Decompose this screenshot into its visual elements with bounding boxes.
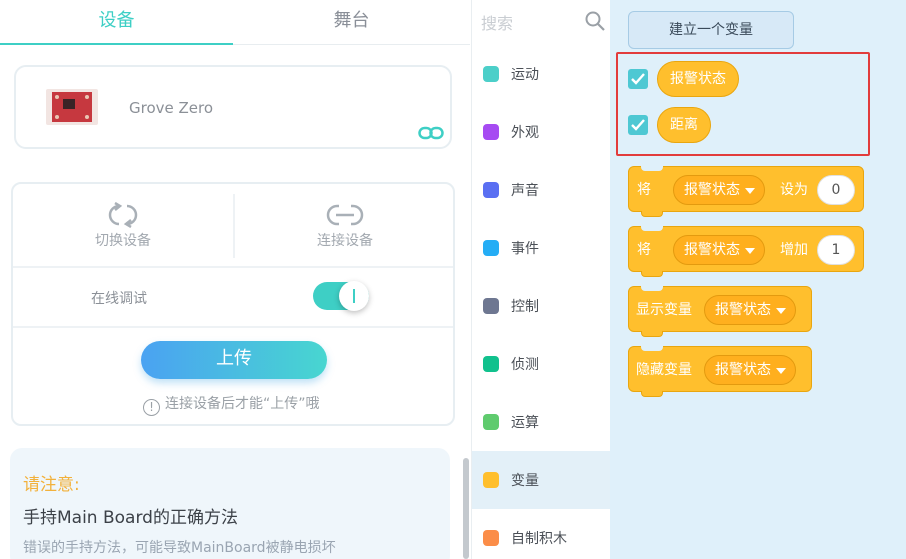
board-image — [46, 89, 98, 125]
category-color-icon — [483, 414, 499, 430]
tab-stage[interactable]: 舞台 — [233, 0, 470, 45]
tab-device[interactable]: 设备 — [0, 0, 233, 45]
switch-device-button[interactable]: 切换设备 — [13, 192, 233, 264]
category-label: 声音 — [511, 183, 539, 199]
show-variable-block[interactable]: 显示变量 报警状态 — [628, 286, 812, 337]
device-card[interactable]: Grove Zero — [14, 65, 452, 149]
block-text: 设为 — [780, 182, 808, 198]
category-column: 搜索 运动外观声音事件控制侦测运算变量自制积木 — [471, 0, 611, 559]
online-debug-label: 在线调试 — [91, 291, 147, 307]
category-item[interactable]: 自制积木 — [472, 509, 611, 559]
category-item[interactable]: 事件 — [472, 219, 611, 277]
active-tab-indicator — [0, 43, 233, 45]
category-color-icon — [483, 124, 499, 140]
variable-dropdown[interactable]: 报警状态 — [673, 235, 765, 265]
category-item[interactable]: 外观 — [472, 103, 611, 161]
notice-card: 请注意: 手持Main Board的正确方法 错误的手持方法，可能导致MainB… — [10, 448, 450, 559]
notice-title: 请注意: — [23, 475, 80, 495]
info-icon: ! — [143, 399, 160, 416]
upload-button[interactable]: 上传 — [141, 341, 327, 379]
category-label: 运算 — [511, 415, 539, 431]
block-text: 显示变量 — [636, 302, 692, 318]
toggle-knob — [339, 281, 369, 311]
category-item[interactable]: 运动 — [472, 45, 611, 103]
set-variable-block[interactable]: 将 报警状态 设为 0 — [628, 166, 864, 217]
switch-device-label: 切换设备 — [95, 233, 151, 249]
connect-icon — [326, 204, 364, 226]
category-color-icon — [483, 530, 499, 546]
block-text: 将 — [637, 182, 651, 198]
check-icon — [631, 73, 645, 85]
category-label: 侦测 — [511, 357, 539, 373]
upload-hint: ! 连接设备后才能“上传”哦 — [143, 393, 320, 416]
divider — [13, 266, 453, 268]
block-text: 增加 — [780, 242, 808, 258]
highlight-box — [616, 52, 870, 156]
category-item[interactable]: 声音 — [472, 161, 611, 219]
online-debug-toggle[interactable] — [313, 281, 369, 311]
category-item[interactable]: 侦测 — [472, 335, 611, 393]
left-scrollbar[interactable] — [463, 458, 469, 559]
link-icon[interactable] — [418, 125, 444, 141]
notice-heading: 手持Main Board的正确方法 — [23, 508, 238, 528]
dropdown-arrow-icon — [776, 308, 786, 314]
category-item[interactable]: 运算 — [472, 393, 611, 451]
category-color-icon — [483, 240, 499, 256]
connect-device-label: 连接设备 — [317, 233, 373, 249]
device-name: Grove Zero — [129, 99, 214, 117]
check-icon — [631, 119, 645, 131]
change-variable-block[interactable]: 将 报警状态 增加 1 — [628, 226, 864, 277]
category-color-icon — [483, 182, 499, 198]
category-item[interactable]: 控制 — [472, 277, 611, 335]
category-label: 运动 — [511, 67, 539, 83]
blocks-palette: 建立一个变量 报警状态 距离 将 报警状态 设为 0 将 报警状态 增加 1 显… — [610, 0, 906, 559]
variable-reporter[interactable]: 距离 — [657, 107, 711, 143]
dropdown-arrow-icon — [776, 368, 786, 374]
category-label: 外观 — [511, 125, 539, 141]
variable-reporter[interactable]: 报警状态 — [657, 61, 739, 97]
value-input[interactable]: 1 — [817, 235, 855, 265]
dropdown-arrow-icon — [745, 248, 755, 254]
connect-device-button[interactable]: 连接设备 — [235, 192, 455, 264]
divider — [13, 326, 453, 328]
make-variable-button[interactable]: 建立一个变量 — [628, 11, 794, 49]
variable-checkbox[interactable] — [628, 69, 648, 89]
notice-subtext: 错误的手持方法，可能导致MainBoard被静电损坏 — [23, 540, 336, 556]
tab-bar: 设备 舞台 — [0, 0, 470, 45]
app-window: 设备 舞台 Grove Zero 切换设备 连接设备 在线调试 上传 ! 连接设… — [0, 0, 906, 559]
hide-variable-block[interactable]: 隐藏变量 报警状态 — [628, 346, 812, 397]
search-icon[interactable] — [585, 11, 605, 31]
variable-dropdown[interactable]: 报警状态 — [704, 295, 796, 325]
category-color-icon — [483, 472, 499, 488]
switch-icon — [108, 202, 138, 228]
variable-dropdown[interactable]: 报警状态 — [704, 355, 796, 385]
dropdown-arrow-icon — [745, 188, 755, 194]
variable-dropdown[interactable]: 报警状态 — [673, 175, 765, 205]
device-controls: 切换设备 连接设备 在线调试 上传 ! 连接设备后才能“上传”哦 — [11, 182, 455, 426]
category-color-icon — [483, 356, 499, 372]
category-label: 事件 — [511, 241, 539, 257]
category-label: 控制 — [511, 299, 539, 315]
upload-hint-text: 连接设备后才能“上传”哦 — [165, 396, 320, 412]
category-label: 变量 — [511, 473, 539, 489]
variable-checkbox[interactable] — [628, 115, 648, 135]
left-panel: 设备 舞台 Grove Zero 切换设备 连接设备 在线调试 上传 ! 连接设… — [0, 0, 470, 559]
search-placeholder: 搜索 — [481, 14, 514, 33]
search-box[interactable]: 搜索 — [472, 0, 611, 42]
category-color-icon — [483, 298, 499, 314]
value-input[interactable]: 0 — [817, 175, 855, 205]
category-label: 自制积木 — [511, 531, 567, 547]
category-color-icon — [483, 66, 499, 82]
block-text: 隐藏变量 — [636, 362, 692, 378]
category-item[interactable]: 变量 — [472, 451, 611, 509]
block-text: 将 — [637, 242, 651, 258]
